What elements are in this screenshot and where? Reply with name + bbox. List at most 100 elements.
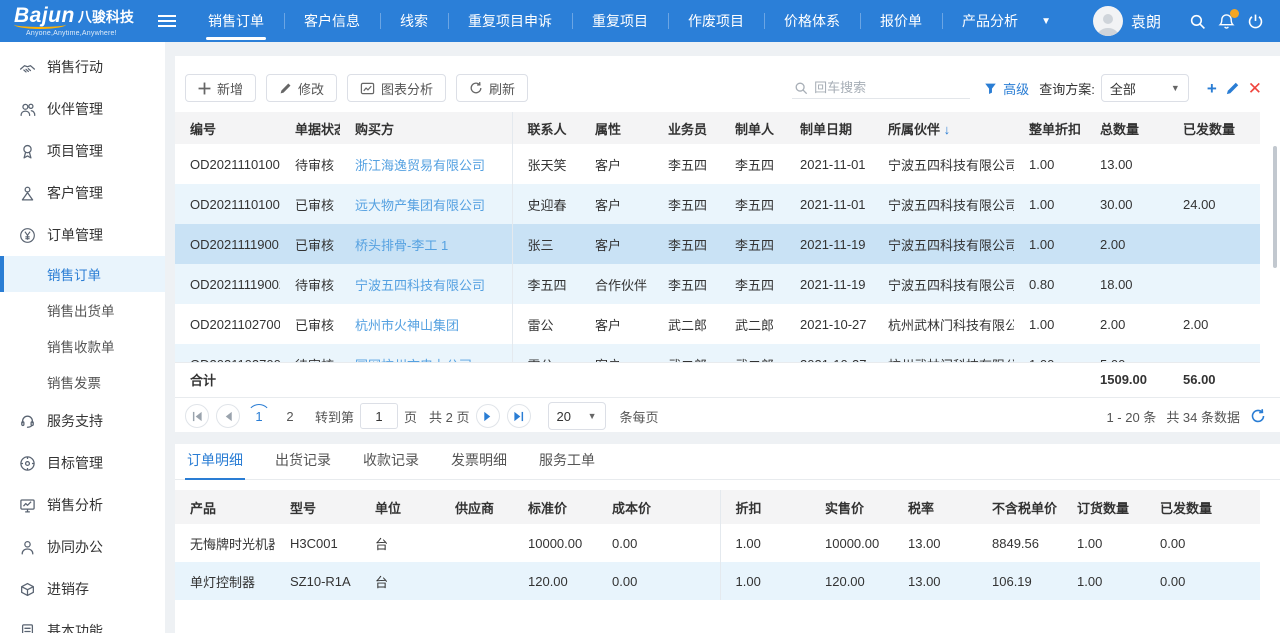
search-icon[interactable] — [1189, 13, 1206, 30]
edit-button[interactable]: 修改 — [266, 74, 337, 102]
sidebar-item[interactable]: 客户管理 — [0, 172, 165, 214]
reload-icon[interactable] — [1250, 408, 1266, 424]
top-nav-item-1[interactable]: 客户信息 — [284, 0, 380, 42]
orders-column-header[interactable]: 所属伙伴 ↓ — [873, 112, 1014, 144]
last-page-button[interactable] — [507, 404, 531, 428]
sidebar-item[interactable]: 基本功能 — [0, 610, 165, 633]
sidebar-item-label: 进销存 — [47, 579, 89, 599]
refresh-icon — [469, 81, 483, 95]
orders-column-header[interactable]: 制单人 — [720, 112, 785, 144]
order-row[interactable]: OD20211119001已审核桥头排骨-李工 1张三客户李五四李五四2021-… — [175, 224, 1260, 264]
orders-column-header[interactable]: 编号 — [175, 112, 280, 144]
detail-panel: 订单明细出货记录收款记录发票明细服务工单 产品型号单位供应商标准价成本价折扣实售… — [175, 444, 1280, 633]
top-nav-item-6[interactable]: 价格体系 — [764, 0, 860, 42]
power-icon[interactable] — [1247, 13, 1264, 30]
detail-tab-4[interactable]: 服务工单 — [537, 450, 597, 479]
orders-column-header[interactable]: 制单日期 — [785, 112, 873, 144]
buyer-link[interactable]: 浙江海逸贸易有限公司 — [355, 158, 485, 173]
prev-page-button[interactable] — [216, 404, 240, 428]
sidebar-item-label: 销售行动 — [47, 57, 103, 77]
order-row[interactable]: OD20211101002待审核浙江海逸贸易有限公司张天笑客户李五四李五四202… — [175, 144, 1260, 184]
detail-row[interactable]: 无悔牌时光机器H3C001台10000.000.001.0010000.0013… — [175, 524, 1260, 562]
order-row[interactable]: OD20211027001已审核杭州市火神山集团雷公客户武二郎武二郎2021-1… — [175, 304, 1260, 344]
username[interactable]: 袁朗 — [1131, 11, 1161, 32]
orders-total-row: 合计1509.0056.00 — [175, 362, 1260, 397]
detail-tabs: 订单明细出货记录收款记录发票明细服务工单 — [175, 444, 1280, 480]
add-button[interactable]: 新增 — [185, 74, 256, 102]
top-nav-item-8[interactable]: 产品分析 — [942, 0, 1038, 42]
buyer-link[interactable]: 桥头排骨-李工 1 — [355, 238, 448, 253]
next-page-button[interactable] — [476, 404, 500, 428]
sidebar-subitem[interactable]: 销售发票 — [0, 364, 165, 400]
buyer-link[interactable]: 宁波五四科技有限公司 — [355, 278, 485, 293]
sidebar-item[interactable]: 服务支持 — [0, 400, 165, 442]
goto-page-input[interactable] — [360, 403, 398, 429]
detail-tab-1[interactable]: 出货记录 — [273, 450, 333, 479]
top-nav-item-7[interactable]: 报价单 — [860, 0, 942, 42]
orders-column-header[interactable]: 总数量 — [1085, 112, 1168, 144]
sidebar-item[interactable]: 销售行动 — [0, 46, 165, 88]
sidebar-item[interactable]: 伙伴管理 — [0, 88, 165, 130]
bell-icon[interactable] — [1218, 13, 1235, 30]
sidebar-item-label: 协同办公 — [47, 537, 103, 557]
detail-tab-2[interactable]: 收款记录 — [361, 450, 421, 479]
medal-icon — [18, 142, 36, 160]
orders-column-header[interactable]: 整单折扣 — [1014, 112, 1085, 144]
detail-row[interactable]: 单灯控制器SZ10-R1A台120.000.001.00120.0013.001… — [175, 562, 1260, 600]
top-nav-item-4[interactable]: 重复项目 — [572, 0, 668, 42]
nav-more-icon[interactable]: ▼ — [1041, 16, 1051, 27]
first-page-button[interactable] — [185, 404, 209, 428]
buyer-link[interactable]: 远大物产集团有限公司 — [355, 198, 485, 213]
orders-column-header[interactable]: 属性 — [580, 112, 653, 144]
avatar[interactable] — [1093, 6, 1123, 36]
edit-scheme-button[interactable] — [1225, 81, 1240, 96]
pagination-summary: 1 - 20 条 共 34 条数据 — [1106, 407, 1266, 426]
sidebar-item[interactable]: 订单管理 — [0, 214, 165, 256]
orders-column-header[interactable]: 购买方 — [340, 112, 512, 144]
advanced-link[interactable]: 高级 — [1003, 79, 1029, 98]
order-row[interactable]: OD20211119002待审核宁波五四科技有限公司李五四合作伙伴李五四李五四2… — [175, 264, 1260, 304]
buyer-link[interactable]: 国网杭州市电力公司 — [355, 358, 472, 363]
buyer-link[interactable]: 杭州市火神山集团 — [355, 318, 459, 333]
sidebar-subitem[interactable]: 销售订单 — [0, 256, 165, 292]
search-input[interactable] — [814, 80, 954, 95]
detail-tab-0[interactable]: 订单明细 — [185, 450, 245, 479]
delete-scheme-button[interactable]: ✕ — [1248, 80, 1262, 97]
sidebar-item[interactable]: 目标管理 — [0, 442, 165, 484]
sidebar-item[interactable]: 进销存 — [0, 568, 165, 610]
funnel-icon[interactable] — [984, 82, 997, 95]
detail-tab-3[interactable]: 发票明细 — [449, 450, 509, 479]
orders-column-header[interactable]: 已发数量 — [1168, 112, 1260, 144]
orders-column-header[interactable]: 单据状态 — [280, 112, 340, 144]
order-row[interactable]: OD20211027002待审核国网杭州市电力公司雷公客户武二郎武二郎2021-… — [175, 344, 1260, 362]
monitor-chart-icon — [18, 496, 36, 514]
sidebar-item[interactable]: 销售分析 — [0, 484, 165, 526]
sidebar-subitem[interactable]: 销售收款单 — [0, 328, 165, 364]
orders-column-header[interactable]: 业务员 — [653, 112, 720, 144]
top-nav-item-3[interactable]: 重复项目申诉 — [448, 0, 572, 42]
sidebar-item-label: 客户管理 — [47, 183, 103, 203]
sidebar-item[interactable]: 项目管理 — [0, 130, 165, 172]
sidebar-item-label: 伙伴管理 — [47, 99, 103, 119]
scheme-select[interactable]: 全部 ▼ — [1101, 74, 1189, 102]
sidebar-subitem[interactable]: 销售出货单 — [0, 292, 165, 328]
chart-analysis-button[interactable]: 图表分析 — [347, 74, 446, 102]
top-nav-item-0[interactable]: 销售订单 — [188, 0, 284, 42]
orders-column-header[interactable]: 联系人 — [512, 112, 580, 144]
search-box — [792, 77, 970, 99]
sidebar-item-label: 销售分析 — [47, 495, 103, 515]
order-row[interactable]: OD20211101003已审核远大物产集团有限公司史迎春客户李五四李五四202… — [175, 184, 1260, 224]
sort-desc-icon[interactable]: ↓ — [944, 122, 951, 137]
top-nav-item-2[interactable]: 线索 — [380, 0, 448, 42]
sidebar-item[interactable]: 协同办公 — [0, 526, 165, 568]
detail-table: 产品型号单位供应商标准价成本价折扣实售价税率不含税单价订货数量已发数量 无悔牌时… — [175, 490, 1260, 600]
page-number-1[interactable]: 1 — [247, 404, 271, 428]
add-scheme-button[interactable]: + — [1207, 80, 1217, 97]
refresh-button[interactable]: 刷新 — [456, 74, 528, 102]
top-nav-item-5[interactable]: 作废项目 — [668, 0, 764, 42]
box-icon — [18, 580, 36, 598]
page-size-select[interactable]: 20 ▼ — [548, 402, 606, 430]
scrollbar-thumb[interactable] — [1273, 146, 1277, 268]
page-number-2[interactable]: 2 — [278, 404, 302, 428]
menu-toggle-icon[interactable] — [158, 14, 176, 28]
